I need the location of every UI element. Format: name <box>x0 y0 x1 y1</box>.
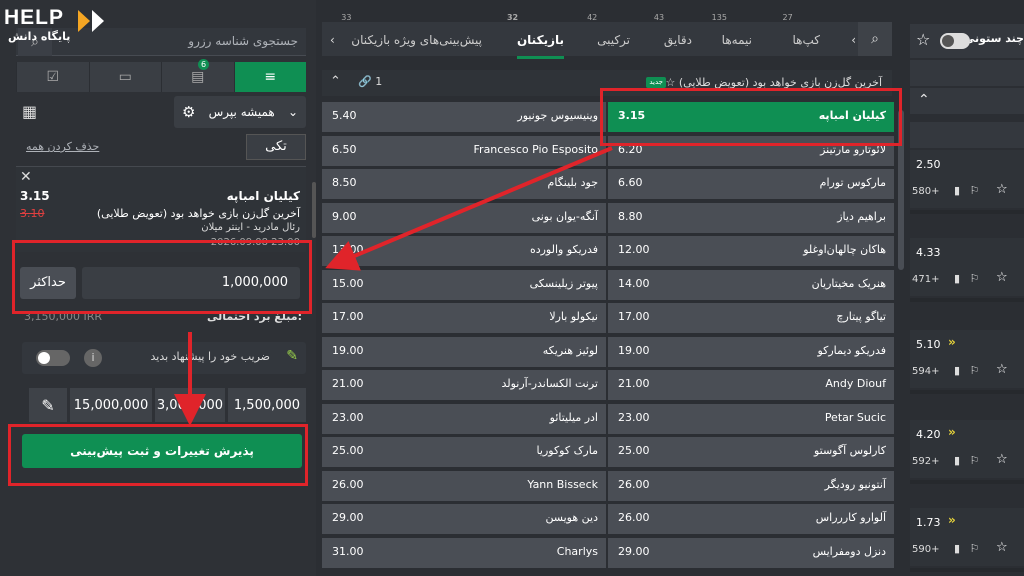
annotation-arrows <box>174 146 613 426</box>
arrow <box>325 146 613 271</box>
